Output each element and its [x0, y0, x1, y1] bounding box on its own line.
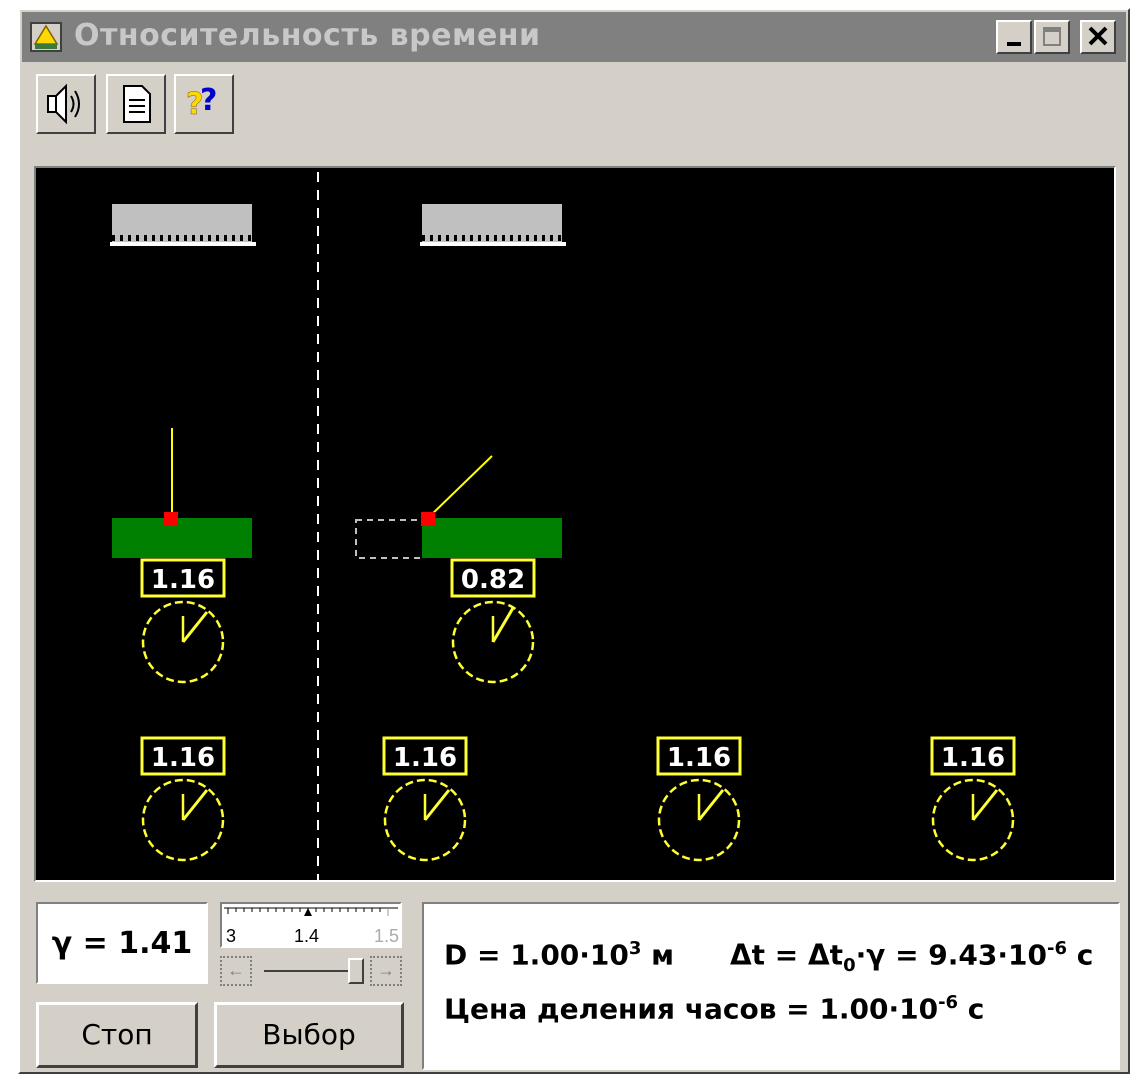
close-button[interactable]	[1080, 20, 1116, 54]
ground-clock-1: 1.16	[140, 736, 226, 862]
svg-text:?: ?	[200, 83, 217, 118]
gamma-display: γ = 1.41	[36, 902, 208, 984]
moving-clock-moving: 0.82	[450, 558, 536, 684]
ground-clock-4: 1.16	[930, 736, 1016, 862]
stop-button[interactable]: Стоп	[36, 1002, 198, 1068]
moving-clock-rest: 1.16	[140, 558, 226, 684]
close-icon	[1088, 26, 1108, 46]
speaker-icon	[47, 83, 80, 125]
simulation-scene: 1.16 0.82 1.16 1.16 1.16 1.16	[110, 172, 1016, 880]
photon-right	[421, 512, 435, 526]
title-bar[interactable]: Относительность времени	[22, 12, 1126, 62]
scale-min-label: 3	[226, 926, 237, 946]
slider-right-arrow[interactable]: →	[370, 956, 402, 986]
maximize-icon	[1043, 27, 1061, 46]
window-title: Относительность времени	[74, 18, 541, 53]
minimize-icon	[1007, 42, 1021, 46]
mirror-left	[110, 204, 256, 246]
help-button[interactable]: ? ?	[174, 74, 234, 134]
gamma-scale: 3 1.4 1.5	[220, 902, 402, 948]
clock-division-readout: Цена деления часов = 1.00·10-6 с	[444, 992, 985, 1026]
scale-mid-label: 1.4	[294, 926, 320, 946]
simulation-canvas: 1.16 0.82 1.16 1.16 1.16 1.16	[34, 166, 1116, 882]
app-window: Относительность времени ? ? 1.16 0.82 1.…	[18, 8, 1130, 1074]
mirror-right	[420, 204, 566, 246]
info-panel: D = 1.00·103 м Δt = Δt0·γ = 9.43·10-6 с …	[422, 902, 1120, 1070]
sound-button[interactable]	[36, 74, 96, 134]
moving-clock-moving-reading: 0.82	[461, 565, 525, 595]
document-icon	[123, 85, 151, 123]
gamma-slider[interactable]: ← →	[220, 956, 402, 986]
gamma-value: γ = 1.41	[51, 926, 193, 961]
ground-clock-3-reading: 1.16	[667, 743, 731, 773]
ground-clock-2: 1.16	[382, 736, 468, 862]
delta-t-readout: Δt = Δt0·γ = 9.43·10-6 с	[730, 938, 1094, 976]
maximize-button[interactable]	[1034, 20, 1070, 54]
select-button[interactable]: Выбор	[214, 1002, 404, 1068]
scale-max-label: 1.5	[374, 926, 400, 946]
light-ray-right	[427, 455, 493, 519]
help-icon: ? ?	[186, 83, 218, 122]
slider-thumb[interactable]	[348, 958, 364, 984]
platform-left	[112, 518, 252, 558]
scale-ticks	[224, 907, 398, 916]
slider-track-line	[264, 970, 358, 972]
photon-left	[164, 512, 178, 526]
platform-previous-position	[355, 519, 425, 559]
minimize-button[interactable]	[996, 20, 1032, 54]
app-icon	[30, 22, 62, 52]
ground-clock-3: 1.16	[656, 736, 742, 862]
platform-right	[422, 518, 562, 558]
moving-clock-rest-reading: 1.16	[151, 565, 215, 595]
distance-readout: D = 1.00·103 м	[444, 938, 675, 972]
ground-clock-2-reading: 1.16	[393, 743, 457, 773]
toolbar: ? ?	[22, 64, 1126, 144]
ground-clock-4-reading: 1.16	[941, 743, 1005, 773]
slider-left-arrow[interactable]: ←	[220, 956, 252, 986]
ground-clock-1-reading: 1.16	[151, 743, 215, 773]
document-button[interactable]	[106, 74, 166, 134]
